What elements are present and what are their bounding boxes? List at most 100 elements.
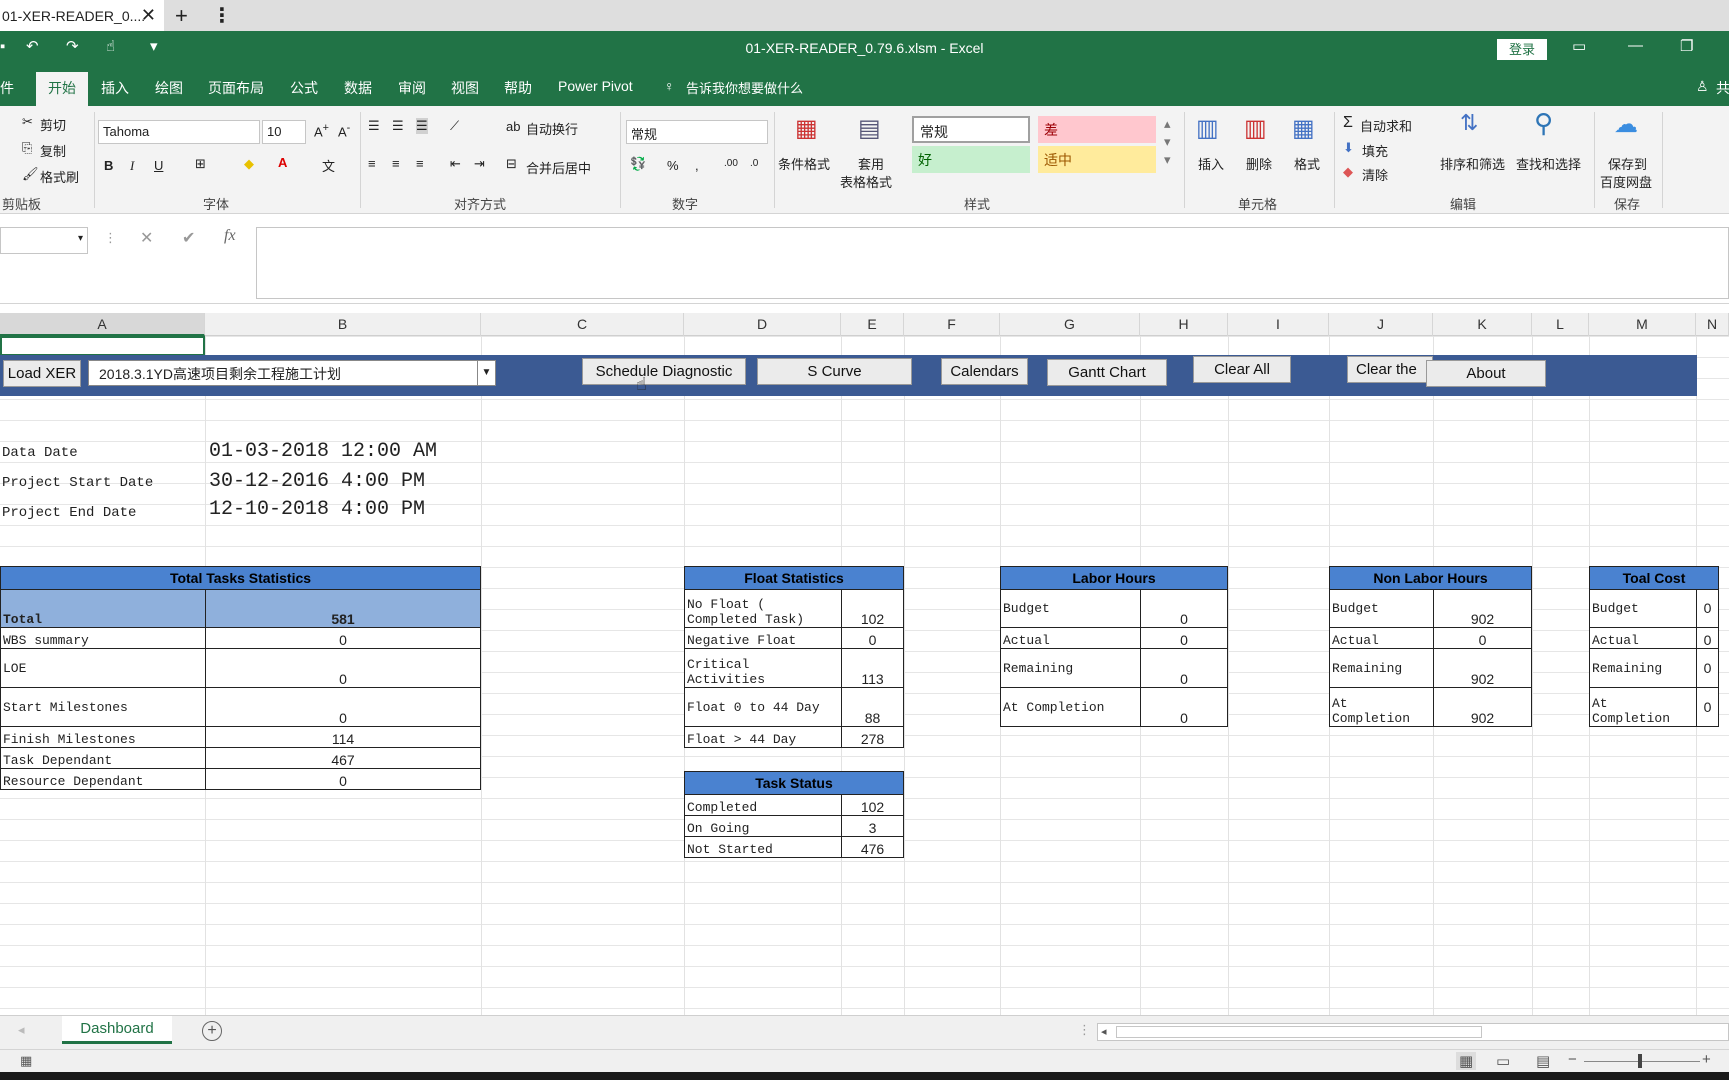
format-cells-icon[interactable]: ▦: [1292, 114, 1315, 143]
paintbrush-icon[interactable]: 🖌: [22, 166, 39, 182]
underline-icon[interactable]: U: [154, 158, 163, 173]
tab-help[interactable]: 帮助: [504, 78, 532, 98]
gantt-chart-button[interactable]: Gantt Chart: [1047, 359, 1167, 386]
name-box[interactable]: ▾: [0, 227, 88, 254]
column-header-l[interactable]: L: [1532, 313, 1589, 336]
delete-cells-icon[interactable]: ▥: [1244, 114, 1267, 143]
scrollbar-thumb[interactable]: [1116, 1026, 1482, 1038]
align-center-icon[interactable]: ≡: [392, 156, 400, 171]
tab-view[interactable]: 视图: [451, 78, 479, 98]
calendars-button[interactable]: Calendars: [941, 358, 1028, 385]
column-header-f[interactable]: F: [904, 313, 1000, 336]
conditional-format-icon[interactable]: ▦: [795, 114, 818, 143]
merge-icon[interactable]: ⊟: [506, 156, 517, 172]
format-painter-button[interactable]: 格式刷: [40, 167, 79, 186]
column-header-c[interactable]: C: [481, 313, 684, 336]
column-header-b[interactable]: B: [205, 313, 481, 336]
new-tab-icon[interactable]: +: [175, 3, 188, 29]
find-select-icon[interactable]: ⚲: [1534, 108, 1553, 139]
macro-record-icon[interactable]: ▦: [20, 1053, 32, 1069]
user-icon[interactable]: ♙: [1696, 78, 1709, 95]
column-header-g[interactable]: G: [1000, 313, 1140, 336]
ribbon-display-icon[interactable]: ▭: [1572, 37, 1586, 55]
percent-icon[interactable]: %: [667, 158, 679, 173]
save-cloud-line2[interactable]: 百度网盘: [1600, 172, 1652, 191]
wrap-text-button[interactable]: 自动换行: [526, 119, 578, 138]
delete-cells-button[interactable]: 删除: [1246, 154, 1272, 173]
tab-review[interactable]: 审阅: [398, 78, 426, 98]
merge-center-button[interactable]: 合并后居中: [526, 158, 591, 177]
project-select[interactable]: 2018.3.1YD高速项目剩余工程施工计划 ▼: [88, 360, 496, 386]
scroll-left-icon[interactable]: ◂: [1101, 1025, 1107, 1038]
border-icon[interactable]: ⊞: [195, 156, 206, 172]
table-format-line2[interactable]: 表格格式: [840, 172, 892, 191]
tab-menu-icon[interactable]: ⋮: [212, 3, 232, 28]
browser-tab[interactable]: 01-XER-READER_0.... ✕: [0, 0, 164, 31]
horizontal-scrollbar[interactable]: ◂: [1097, 1023, 1729, 1041]
styles-more-icon[interactable]: ▾: [1164, 152, 1171, 168]
column-header-d[interactable]: D: [684, 313, 841, 336]
tab-formulas[interactable]: 公式: [290, 78, 318, 98]
insert-cells-button[interactable]: 插入: [1198, 154, 1224, 173]
autosum-icon[interactable]: Σ: [1343, 114, 1353, 132]
column-header-k[interactable]: K: [1433, 313, 1532, 336]
copy-icon[interactable]: ⎘: [22, 140, 32, 156]
schedule-diagnostic-button[interactable]: Schedule Diagnostic: [582, 358, 746, 385]
font-color-icon[interactable]: A: [278, 155, 287, 170]
decrease-font-icon[interactable]: A-: [338, 122, 350, 139]
save-cloud-line1[interactable]: 保存到: [1608, 154, 1647, 173]
sort-filter-button[interactable]: 排序和筛选: [1440, 154, 1505, 173]
clear-button[interactable]: 清除: [1362, 165, 1388, 184]
tab-home[interactable]: 开始: [36, 72, 88, 108]
font-size-select[interactable]: 10: [262, 120, 306, 144]
align-bottom-icon[interactable]: ☰: [416, 118, 428, 134]
phonetic-icon[interactable]: 文: [322, 156, 335, 175]
align-left-icon[interactable]: ≡: [368, 156, 376, 171]
cut-icon[interactable]: ✂: [22, 114, 33, 130]
minimize-icon[interactable]: —: [1628, 37, 1643, 54]
tab-insert[interactable]: 插入: [101, 78, 129, 98]
wrap-text-icon[interactable]: ab: [506, 119, 520, 134]
eraser-icon[interactable]: ◆: [1343, 164, 1353, 180]
align-right-icon[interactable]: ≡: [416, 156, 424, 171]
zoom-slider[interactable]: [1584, 1061, 1700, 1062]
cancel-icon[interactable]: ✕: [140, 228, 153, 248]
chevron-down-icon[interactable]: ▾: [78, 233, 83, 244]
bold-icon[interactable]: B: [104, 158, 113, 173]
styles-scroll-up-icon[interactable]: ▴: [1164, 116, 1171, 132]
page-break-view-icon[interactable]: ▤: [1536, 1052, 1550, 1070]
align-top-icon[interactable]: ☰: [368, 118, 380, 134]
styles-scroll-down-icon[interactable]: ▾: [1164, 134, 1171, 150]
restore-icon[interactable]: ❐: [1680, 37, 1693, 55]
orientation-icon[interactable]: ⟋: [450, 118, 459, 134]
decrease-decimal-icon[interactable]: .0: [750, 158, 758, 169]
font-name-select[interactable]: Tahoma: [98, 120, 260, 144]
formula-input[interactable]: [256, 227, 1729, 299]
style-normal[interactable]: 常规: [912, 116, 1030, 143]
about-button[interactable]: About: [1426, 360, 1546, 387]
style-good[interactable]: 好: [912, 146, 1030, 173]
number-format-select[interactable]: 常规: [626, 120, 768, 144]
format-cells-button[interactable]: 格式: [1294, 154, 1320, 173]
italic-icon[interactable]: I: [130, 158, 134, 174]
page-layout-view-icon[interactable]: ▭: [1496, 1052, 1510, 1070]
tab-draw[interactable]: 绘图: [155, 78, 183, 98]
column-header-n[interactable]: N: [1696, 313, 1729, 336]
conditional-format-button[interactable]: 条件格式: [778, 154, 830, 173]
insert-cells-icon[interactable]: ▥: [1196, 114, 1219, 143]
tell-me-input[interactable]: 告诉我你想要做什么: [686, 78, 803, 97]
column-header-m[interactable]: M: [1589, 313, 1696, 336]
tab-page-layout[interactable]: 页面布局: [208, 78, 264, 98]
tab-power-pivot[interactable]: Power Pivot: [558, 78, 633, 94]
table-format-icon[interactable]: ▤: [858, 114, 881, 143]
column-header-i[interactable]: I: [1228, 313, 1329, 336]
column-header-a[interactable]: A: [0, 313, 205, 336]
comma-icon[interactable]: ,: [695, 158, 699, 173]
insert-function-icon[interactable]: fx: [224, 227, 236, 245]
style-neutral[interactable]: 适中: [1038, 146, 1156, 173]
zoom-out-icon[interactable]: −: [1568, 1051, 1577, 1068]
autosum-button[interactable]: 自动求和: [1360, 116, 1412, 135]
zoom-in-icon[interactable]: +: [1702, 1051, 1711, 1068]
clear-the-button[interactable]: Clear the: [1347, 356, 1433, 383]
fill-button[interactable]: 填充: [1362, 141, 1388, 160]
